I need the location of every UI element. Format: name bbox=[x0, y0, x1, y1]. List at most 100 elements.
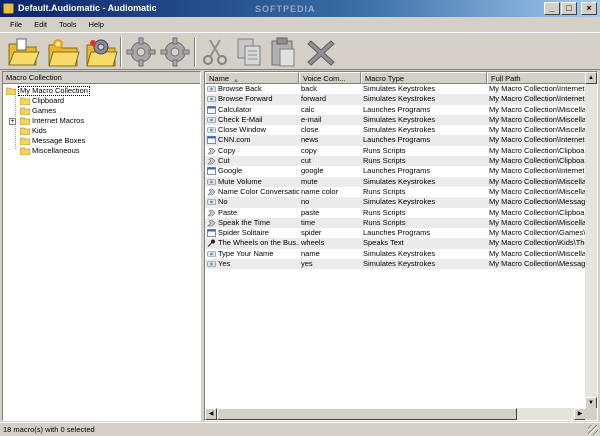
macro-name: Copy bbox=[218, 145, 236, 155]
folder-icon bbox=[20, 117, 30, 125]
tree-node-clipboard[interactable]: Clipboard bbox=[3, 96, 200, 106]
table-row[interactable]: Name Color Conversation name color Runs Sc… bbox=[205, 187, 586, 197]
run-macro-button[interactable] bbox=[124, 35, 158, 69]
cell-full-path: My Macro Collection\Miscellaneous\ bbox=[489, 104, 586, 114]
cell-name: Paste bbox=[205, 208, 299, 218]
cell-voice-command: forward bbox=[301, 94, 327, 104]
cell-macro-type: Simulates Keystrokes bbox=[363, 259, 436, 269]
open-folder-icon bbox=[8, 38, 40, 66]
tree-node-internet-macros[interactable]: + Internet Macros bbox=[3, 116, 200, 126]
cell-name: Speak the Time bbox=[205, 218, 299, 228]
scroll-left-button[interactable]: ◀ bbox=[205, 408, 217, 420]
watermark-text: SOFTPEDIA bbox=[255, 4, 316, 14]
cell-full-path: My Macro Collection\Miscellaneous\T bbox=[489, 248, 586, 258]
column-header-name[interactable]: Name ▲ bbox=[205, 72, 299, 84]
table-row[interactable]: Calculator calc Launches Programs My Macro … bbox=[205, 105, 586, 115]
table-row[interactable]: Spider Solitaire spider Launches Programs M… bbox=[205, 228, 586, 238]
cell-voice-command: time bbox=[301, 217, 316, 227]
menu-bar: File Edit Tools Help bbox=[0, 17, 600, 32]
cell-voice-command: back bbox=[301, 84, 317, 93]
column-header-voice-command[interactable]: Voice Com... bbox=[299, 72, 361, 84]
tree-node-root[interactable]: My Macro Collection bbox=[3, 86, 200, 96]
column-header-full-path[interactable]: Full Path bbox=[487, 72, 586, 84]
toolbar bbox=[0, 32, 600, 70]
open-collection-button[interactable] bbox=[6, 35, 40, 69]
paste-button[interactable] bbox=[266, 35, 300, 69]
cell-voice-command: e-mail bbox=[301, 114, 322, 124]
horizontal-scroll-thumb[interactable] bbox=[217, 408, 517, 420]
gear-icon bbox=[160, 37, 190, 67]
table-row[interactable]: Check E-Mail e-mail Simulates Keystrokes My… bbox=[205, 114, 586, 126]
copy-button[interactable] bbox=[232, 35, 266, 69]
table-row[interactable]: Google google Launches Programs My Macro Co… bbox=[205, 166, 586, 176]
cell-full-path: My Macro Collection\Clipboard\Cut\ bbox=[489, 156, 586, 166]
cell-macro-type: Launches Programs bbox=[363, 228, 431, 238]
toolbar-separator bbox=[194, 37, 196, 67]
table-row[interactable]: Mute Volume mute Simulates Keystrokes My Ma… bbox=[205, 176, 586, 187]
minimize-button[interactable]: _ bbox=[544, 2, 560, 15]
macro-tree: My Macro Collection Clipboard Games + In… bbox=[3, 84, 200, 156]
keyboard-icon bbox=[207, 126, 216, 134]
tree-node-message-boxes[interactable]: Message Boxes bbox=[3, 136, 200, 146]
macro-name: Cut bbox=[218, 156, 230, 166]
table-row[interactable]: Yes yes Simulates Keystrokes My Macro Colle… bbox=[205, 259, 586, 270]
cell-full-path: My Macro Collection\Games\Spider S bbox=[489, 228, 586, 238]
menu-edit[interactable]: Edit bbox=[28, 17, 53, 32]
cell-voice-command: google bbox=[301, 166, 324, 176]
table-row[interactable]: Copy copy Runs Scripts My Macro Collection\… bbox=[205, 146, 586, 156]
copy-icon bbox=[237, 38, 261, 66]
new-folder-icon bbox=[48, 39, 80, 67]
maximize-button[interactable]: □ bbox=[561, 2, 577, 15]
table-row[interactable]: No no Simulates Keystrokes My Macro Collect… bbox=[205, 197, 586, 208]
table-row[interactable]: The Wheels on the Bus... wheels Speaks Tex… bbox=[205, 238, 586, 249]
table-row[interactable]: CNN.com news Launches Programs My Macro Col… bbox=[205, 135, 586, 146]
cell-voice-command: paste bbox=[301, 207, 320, 217]
menu-help[interactable]: Help bbox=[83, 17, 110, 32]
scroll-up-button[interactable]: ▲ bbox=[585, 72, 597, 84]
cell-name: Yes bbox=[205, 259, 299, 269]
cell-full-path: My Macro Collection\Message Boxe bbox=[489, 197, 586, 207]
column-label: Voice Com... bbox=[303, 74, 346, 83]
folder-settings-button[interactable] bbox=[84, 35, 118, 69]
column-header-macro-type[interactable]: Macro Type bbox=[361, 72, 487, 84]
tree-node-games[interactable]: Games bbox=[3, 106, 200, 116]
cell-name: Copy bbox=[205, 146, 299, 156]
vertical-scrollbar[interactable]: ▲ ▼ bbox=[585, 72, 597, 409]
delete-button[interactable] bbox=[304, 35, 338, 69]
menu-tools[interactable]: Tools bbox=[53, 17, 83, 32]
cell-full-path: My Macro Collection\Kids\The Whee bbox=[489, 238, 586, 248]
folder-icon bbox=[20, 97, 30, 105]
cut-button[interactable] bbox=[198, 35, 232, 69]
cell-macro-type: Launches Programs bbox=[363, 166, 431, 176]
program-icon bbox=[207, 105, 216, 114]
cell-voice-command: yes bbox=[301, 259, 313, 269]
table-row[interactable]: Speak the Time time Runs Scripts My Macro C… bbox=[205, 217, 586, 229]
table-row[interactable]: Browse Back back Simulates Keystrokes My Ma… bbox=[205, 84, 586, 94]
close-button[interactable]: × bbox=[581, 2, 597, 15]
macro-name: CNN.com bbox=[218, 135, 251, 145]
expand-toggle[interactable]: + bbox=[9, 118, 16, 125]
cell-name: Cut bbox=[205, 156, 299, 166]
macro-name: Type Your Name bbox=[218, 248, 274, 258]
scissors-icon bbox=[203, 39, 227, 65]
table-row[interactable]: Cut cut Runs Scripts My Macro Collection\Cl… bbox=[205, 156, 586, 167]
table-row[interactable]: Paste paste Runs Scripts My Macro Collectio… bbox=[205, 208, 586, 218]
record-macro-button[interactable] bbox=[158, 35, 192, 69]
horizontal-scrollbar[interactable]: ◀ ▶ bbox=[205, 408, 586, 420]
tree-node-miscellaneous[interactable]: Miscellaneous bbox=[3, 146, 200, 156]
toolbar-separator bbox=[120, 37, 122, 67]
folder-icon bbox=[20, 147, 30, 155]
table-row[interactable]: Browse Forward forward Simulates Keystroke… bbox=[205, 94, 586, 105]
keyboard-icon bbox=[207, 95, 216, 103]
script-icon bbox=[207, 188, 216, 196]
macro-name: Spider Solitaire bbox=[218, 228, 269, 238]
cell-voice-command: name bbox=[301, 248, 320, 258]
menu-file[interactable]: File bbox=[4, 17, 28, 32]
tree-node-kids[interactable]: Kids bbox=[3, 126, 200, 136]
cell-name: Google bbox=[205, 166, 299, 176]
new-folder-button[interactable] bbox=[46, 35, 80, 69]
resize-grip-icon[interactable] bbox=[588, 425, 598, 435]
table-row[interactable]: Close Window close Simulates Keystrokes My … bbox=[205, 125, 586, 135]
table-row[interactable]: Type Your Name name Simulates Keystrokes My… bbox=[205, 249, 586, 259]
keyboard-icon bbox=[207, 116, 216, 124]
